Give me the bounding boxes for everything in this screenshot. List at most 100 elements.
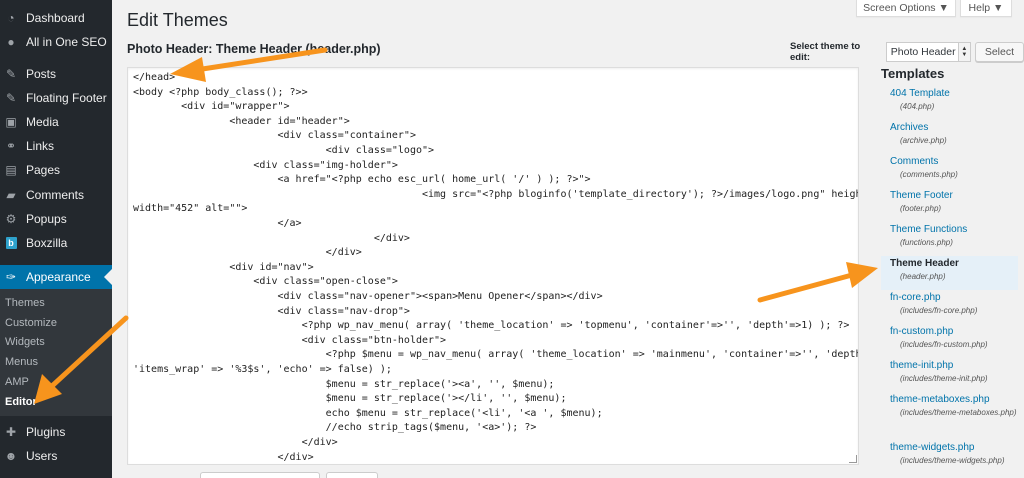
code-line: <img src="<?php bloginfo('template_direc…	[133, 188, 859, 200]
code-line: <a href="<?php echo esc_url( home_url( '…	[133, 174, 591, 186]
template-item-theme-init-php[interactable]: theme-init.php (includes/theme-init.php)	[881, 358, 1018, 392]
code-line: </head>	[133, 72, 176, 83]
sidebar-item-label: Users	[26, 449, 58, 463]
pages-icon: ▤	[5, 163, 17, 177]
template-name-link[interactable]: Theme Footer	[890, 189, 1018, 203]
template-item-theme-footer[interactable]: Theme Footer (footer.php)	[881, 188, 1018, 222]
sidebar-item-users[interactable]: ☻ Users	[0, 444, 112, 468]
select-arrows-icon: ▲ ▼	[957, 43, 970, 61]
template-name-link[interactable]: 404 Template	[890, 87, 1018, 101]
submenu-item-menus[interactable]: Menus	[0, 352, 112, 372]
screen-options-button[interactable]: Screen Options ▼	[856, 0, 956, 17]
sidebar-item-floating-footer[interactable]: ✎ Floating Footer	[0, 86, 112, 110]
template-name-link[interactable]: theme-init.php	[890, 359, 1018, 373]
admin-sidebar: ◔ Dashboard ● All in One SEO ✎ Posts ✎ Floating…	[0, 0, 112, 478]
template-file-name: (comments.php)	[900, 170, 958, 179]
code-line: </div>	[133, 232, 410, 244]
code-line: <div class="open-close">	[133, 276, 398, 288]
sidebar-item-pages[interactable]: ▤ Pages	[0, 158, 112, 182]
lookup-button[interactable]	[326, 472, 378, 478]
code-line: </div>	[133, 247, 362, 259]
template-name-link[interactable]: Theme Header	[890, 257, 1018, 271]
template-name-link[interactable]: Theme Functions	[890, 223, 1018, 237]
template-item-theme-metaboxes-php[interactable]: theme-metaboxes.php (includes/theme-metab…	[881, 392, 1018, 440]
template-item-404-template[interactable]: 404 Template (404.php)	[881, 86, 1018, 120]
comment-icon: ▰	[6, 188, 16, 202]
documentation-select[interactable]	[200, 472, 320, 478]
pushpin-icon: ✎	[5, 91, 17, 105]
select-theme-button[interactable]: Select	[974, 42, 1024, 62]
appearance-submenu: Themes Customize Widgets Menus AMP Editor	[0, 289, 112, 416]
pushpin-icon: ✎	[5, 67, 17, 81]
template-file-name: (includes/theme-metaboxes.php)	[900, 408, 1017, 417]
theme-select-row: Select theme to edit: Photo Header ▲ ▼ Se…	[790, 41, 1024, 63]
theme-select[interactable]: Photo Header ▲ ▼	[885, 42, 971, 62]
template-item-archives[interactable]: Archives (archive.php)	[881, 120, 1018, 154]
code-line: </a>	[133, 218, 302, 229]
theme-select-value: Photo Header	[890, 46, 956, 58]
sidebar-item-plugins[interactable]: ✚ Plugins	[0, 420, 112, 444]
dashboard-icon: ◔	[7, 11, 15, 25]
template-name-link[interactable]: theme-metaboxes.php	[890, 393, 1018, 407]
submenu-item-widgets[interactable]: Widgets	[0, 333, 112, 353]
code-line: <div class="btn-holder">	[133, 334, 447, 346]
boxzilla-icon: b	[4, 236, 18, 250]
template-item-fn-custom-php[interactable]: fn-custom.php (includes/fn-custom.php)	[881, 324, 1018, 358]
template-item-comments[interactable]: Comments (comments.php)	[881, 154, 1018, 188]
template-item-theme-widgets-php[interactable]: theme-widgets.php (includes/theme-widgets…	[881, 440, 1018, 474]
code-line: </div>	[133, 437, 338, 448]
code-line: echo $menu = str_replace('<li', '<a ', $…	[133, 407, 603, 419]
template-file-name: (includes/fn-core.php)	[900, 306, 978, 315]
code-line: <div class="img-holder">	[133, 159, 398, 171]
sidebar-item-all-in-one-seo[interactable]: ● All in One SEO	[0, 30, 112, 54]
template-name-link[interactable]: theme-widgets.php	[890, 441, 1018, 455]
code-line: </div>	[133, 451, 314, 463]
sidebar-item-media[interactable]: ▣ Media	[0, 110, 112, 134]
submenu-item-amp[interactable]: AMP	[0, 372, 112, 392]
template-file-name: (404.php)	[900, 102, 935, 111]
sidebar-item-popups[interactable]: ⚙ Popups	[0, 207, 112, 231]
popup-icon: ⚙	[5, 212, 17, 226]
sidebar-item-comments[interactable]: ▰ Comments	[0, 183, 112, 207]
code-line: <header id="header">	[133, 115, 350, 127]
help-button[interactable]: Help ▼	[960, 0, 1012, 17]
sidebar-item-dashboard[interactable]: ◔ Dashboard	[0, 6, 112, 30]
submenu-item-customize[interactable]: Customize	[0, 313, 112, 333]
submenu-item-themes[interactable]: Themes	[0, 293, 112, 313]
template-name-link[interactable]: Comments	[890, 155, 1018, 169]
sidebar-item-posts[interactable]: ✎ Posts	[0, 62, 112, 86]
paintbrush-icon: ✑	[5, 270, 17, 284]
template-file-name: (includes/theme-widgets.php)	[900, 456, 1005, 465]
plugin-icon: ✚	[5, 425, 17, 439]
sidebar-item-boxzilla[interactable]: b Boxzilla	[0, 231, 112, 255]
sidebar-item-appearance[interactable]: ✑ Appearance	[0, 265, 112, 289]
sidebar-item-label: Comments	[26, 188, 85, 202]
template-name-link[interactable]: fn-custom.php	[890, 325, 1018, 339]
resize-grip-icon[interactable]	[849, 455, 857, 463]
template-file-name: (includes/theme-init.php)	[900, 374, 988, 383]
template-item-fn-core-php[interactable]: fn-core.php (includes/fn-core.php)	[881, 290, 1018, 324]
sidebar-item-label: Dashboard	[26, 11, 85, 25]
code-editor-textarea[interactable]: </head> <body <?php body_class(); ?>> <di…	[127, 67, 859, 465]
sidebar-item-label: Appearance	[26, 270, 91, 284]
code-line: <?php $menu = wp_nav_menu( array( 'theme…	[133, 349, 859, 361]
template-item-theme-functions[interactable]: Theme Functions (functions.php)	[881, 222, 1018, 256]
link-icon: ⚭	[5, 139, 17, 153]
template-name-link[interactable]: fn-core.php	[890, 291, 1018, 305]
template-file-name: (footer.php)	[900, 204, 942, 213]
sidebar-item-label: Boxzilla	[26, 236, 68, 250]
template-name-link[interactable]: Archives	[890, 121, 1018, 135]
sidebar-item-label: Floating Footer	[26, 91, 107, 105]
file-heading: Photo Header: Theme Header (header.php)	[127, 42, 381, 56]
template-file-name: (header.php)	[900, 272, 946, 281]
sidebar-item-label: Plugins	[26, 425, 66, 439]
sidebar-item-label: Popups	[26, 212, 67, 226]
template-item-theme-header[interactable]: Theme Header (header.php)	[881, 256, 1018, 290]
sidebar-item-label: All in One SEO	[26, 35, 107, 49]
submenu-item-editor[interactable]: Editor	[0, 392, 112, 412]
users-icon: ☻	[4, 449, 18, 463]
code-line: 'items_wrap' => '%3$s', 'echo' => false)…	[133, 364, 392, 375]
sidebar-item-links[interactable]: ⚭ Links	[0, 134, 112, 158]
code-line: $menu = str_replace('></li', '', $menu);	[133, 393, 567, 405]
sidebar-item-label: Media	[26, 115, 59, 129]
